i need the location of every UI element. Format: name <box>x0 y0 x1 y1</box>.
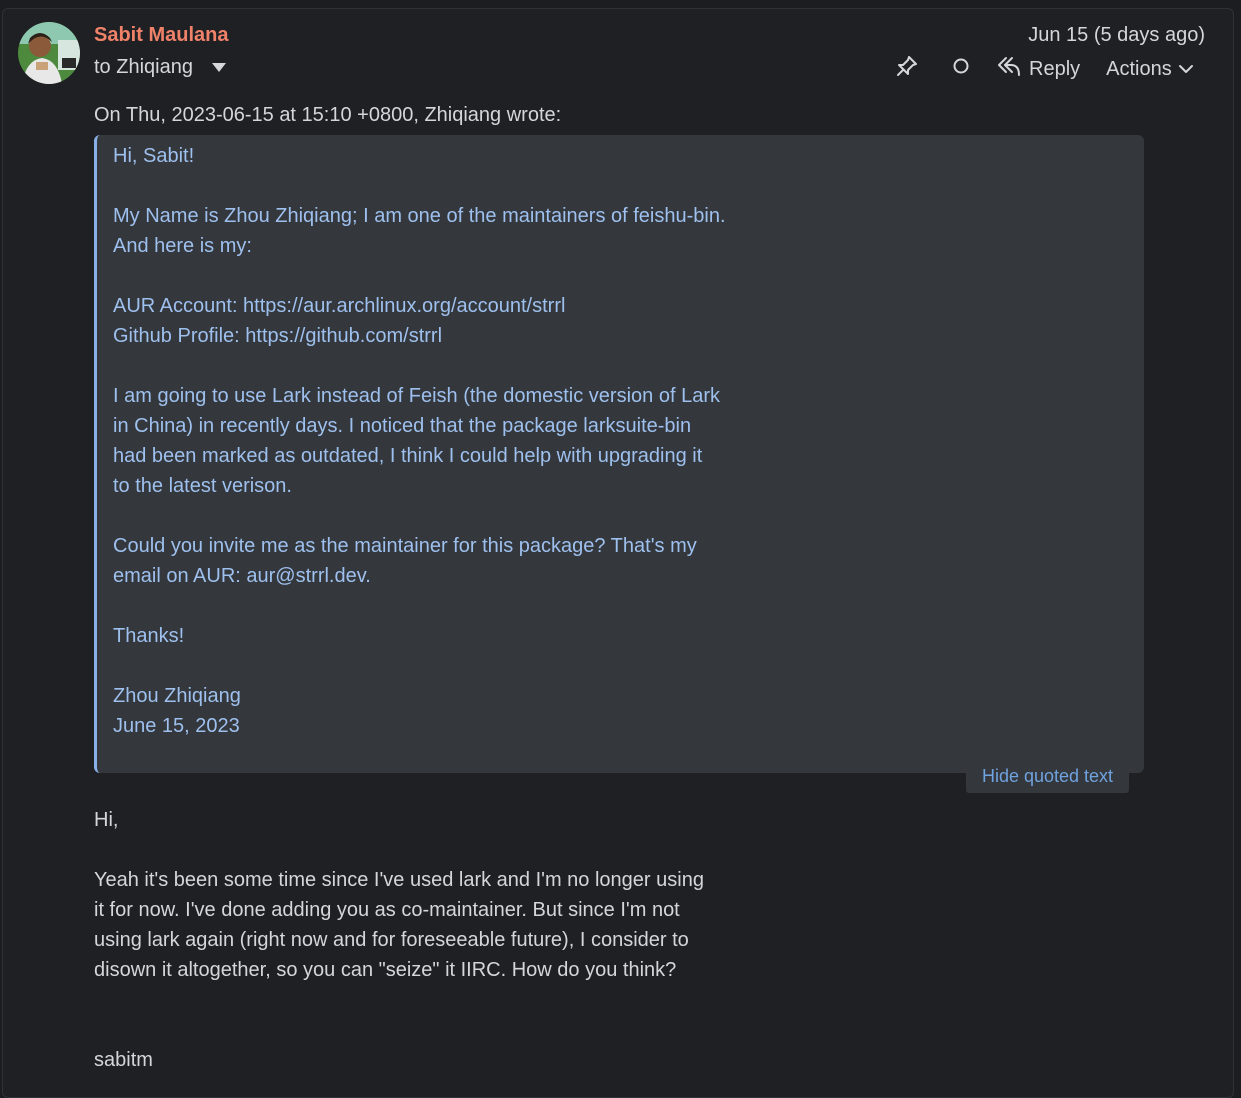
recipient-label: to Zhiqiang <box>94 56 193 78</box>
reply-line: using lark again (right now and for fore… <box>94 929 689 951</box>
quoted-line: June 15, 2023 <box>113 715 240 737</box>
reply-line: Yeah it's been some time since I've used… <box>94 869 704 891</box>
recipient-line: to Zhiqiang <box>94 56 227 79</box>
reply-greeting: Hi, <box>94 809 119 831</box>
quoted-line: I am going to use Lark instead of Feish … <box>113 385 720 407</box>
reply-line: it for now. I've done adding you as co-m… <box>94 899 680 921</box>
hide-quoted-text-button[interactable]: Hide quoted text <box>966 759 1129 793</box>
avatar[interactable] <box>18 22 80 84</box>
quoted-text: Hi, Sabit! My Name is Zhou Zhiqiang; I am… <box>113 141 793 741</box>
quoted-line <box>113 171 793 201</box>
message-toolbar: Reply Actions <box>893 54 1194 84</box>
quoted-line <box>113 351 793 381</box>
quoted-line <box>113 501 793 531</box>
reply-body: Hi, Yeah it's been some time since I've … <box>94 805 774 1075</box>
quoted-line: Could you invite me as the maintainer fo… <box>113 535 697 557</box>
chevron-down-icon[interactable] <box>211 56 227 79</box>
quoted-line: Zhou Zhiqiang <box>113 685 241 707</box>
reply-button[interactable]: Reply <box>997 55 1080 83</box>
pin-button[interactable] <box>893 55 921 83</box>
reply-label: Reply <box>1029 57 1081 80</box>
reply-icon <box>997 55 1029 83</box>
quoted-line: had been marked as outdated, I think I c… <box>113 445 703 467</box>
quoted-line: in China) in recently days. I noticed th… <box>113 415 692 437</box>
signature: sabitm <box>94 1049 153 1071</box>
chevron-down-icon <box>1172 58 1194 81</box>
quoted-line: to the latest verison. <box>113 475 292 497</box>
circle-icon <box>952 57 970 81</box>
quoted-line: Thanks! <box>113 625 185 647</box>
quoted-line: My Name is Zhou Zhiqiang; I am one of th… <box>113 205 726 227</box>
reply-line: disown it altogether, so you can "seize"… <box>94 959 677 981</box>
mark-unread-button[interactable] <box>947 55 975 83</box>
quoted-line: Github Profile: https://github.com/strrl <box>113 325 443 347</box>
quoted-text-block: Hi, Sabit! My Name is Zhou Zhiqiang; I am… <box>94 135 1144 773</box>
quoted-line <box>113 591 793 621</box>
quoted-line: And here is my: <box>113 235 252 257</box>
quoted-line <box>113 261 793 291</box>
quoted-line <box>113 651 793 681</box>
pin-icon <box>895 54 919 84</box>
actions-menu-button[interactable]: Actions <box>1106 58 1194 81</box>
quoted-line: Hi, Sabit! <box>113 145 195 167</box>
actions-label: Actions <box>1106 57 1172 80</box>
quoted-line: AUR Account: https://aur.archlinux.org/a… <box>113 295 566 317</box>
sender-name[interactable]: Sabit Maulana <box>94 24 228 47</box>
message-date: Jun 15 (5 days ago) <box>1028 24 1205 46</box>
quoted-line: email on AUR: aur@strrl.dev. <box>113 565 371 587</box>
quote-attribution: On Thu, 2023-06-15 at 15:10 +0800, Zhiqi… <box>94 104 562 126</box>
